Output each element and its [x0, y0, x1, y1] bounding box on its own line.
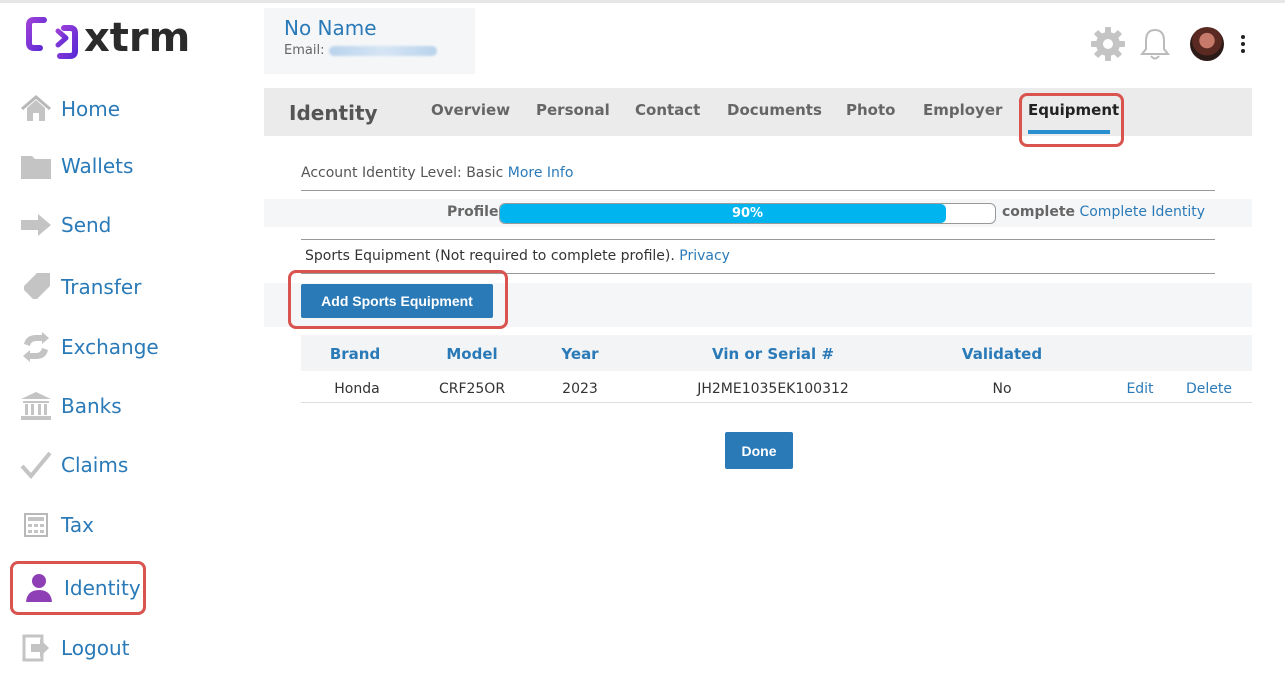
- bell-icon[interactable]: [1140, 27, 1170, 61]
- sidebar-item-label: Send: [61, 213, 112, 237]
- column-header-model: Model: [446, 345, 498, 363]
- complete-label: complete Complete Identity: [1002, 204, 1205, 220]
- row-divider: [301, 402, 1252, 403]
- logout-icon: [20, 632, 52, 664]
- xtrm-logo[interactable]: xtrm: [26, 12, 206, 64]
- sidebar-item-wallets[interactable]: Wallets: [10, 140, 146, 192]
- sidebar-item-label: Home: [61, 97, 121, 121]
- home-icon: [20, 93, 52, 125]
- column-header-brand: Brand: [329, 345, 381, 363]
- email-label: Email:: [284, 43, 325, 58]
- cell-model: CRF25OR: [438, 381, 506, 397]
- sports-note-text: Sports Equipment (Not required to comple…: [305, 248, 675, 264]
- top-border: [0, 0, 1285, 3]
- done-button[interactable]: Done: [725, 432, 793, 469]
- sidebar-item-transfer[interactable]: Transfer: [10, 261, 146, 313]
- user-name: No Name: [284, 16, 377, 40]
- sidebar-item-label: Exchange: [61, 335, 159, 359]
- cell-brand: Honda: [334, 381, 380, 397]
- tab-contact[interactable]: Contact: [635, 101, 700, 119]
- gear-icon[interactable]: [1090, 26, 1126, 62]
- tab-photo[interactable]: Photo: [846, 101, 895, 119]
- sidebar-item-tax[interactable]: Tax: [10, 499, 146, 551]
- sidebar-item-claims[interactable]: Claims: [10, 439, 146, 491]
- sidebar-item-identity[interactable]: Identity: [10, 561, 146, 615]
- user-icon: [23, 572, 55, 604]
- tab-documents[interactable]: Documents: [727, 101, 822, 119]
- page-title: Identity: [289, 101, 378, 125]
- sidebar-item-label: Logout: [61, 636, 130, 660]
- sidebar-item-label: Wallets: [61, 154, 134, 178]
- complete-text: complete: [1002, 204, 1076, 220]
- calculator-icon: [20, 509, 52, 541]
- sports-equipment-note: Sports Equipment (Not required to comple…: [305, 248, 730, 264]
- privacy-link[interactable]: Privacy: [679, 248, 730, 264]
- profile-progress-bar: 90%: [499, 203, 996, 224]
- bank-icon: [20, 390, 52, 422]
- divider: [301, 190, 1215, 191]
- sidebar-item-label: Identity: [64, 576, 141, 600]
- profile-label: Profile: [447, 204, 499, 220]
- checkmark-icon: [20, 449, 52, 481]
- cell-validated: No: [992, 381, 1012, 397]
- sidebar-item-logout[interactable]: Logout: [10, 622, 146, 674]
- profile-progress-percent: 90%: [731, 206, 764, 221]
- cell-year: 2023: [562, 381, 598, 397]
- avatar[interactable]: [1190, 27, 1224, 61]
- column-header-validated: Validated: [961, 345, 1043, 363]
- divider: [301, 239, 1215, 240]
- sidebar-item-label: Tax: [61, 513, 94, 537]
- email-value-redacted: [329, 45, 438, 56]
- more-info-link[interactable]: More Info: [508, 165, 574, 181]
- complete-identity-link[interactable]: Complete Identity: [1079, 204, 1205, 220]
- sidebar-item-label: Banks: [61, 394, 122, 418]
- arrow-right-icon: [20, 209, 52, 241]
- sidebar-item-banks[interactable]: Banks: [10, 380, 146, 432]
- user-info: No Name Email:: [264, 8, 475, 74]
- identity-level-label: Account Identity Level: Basic: [301, 165, 504, 181]
- cell-vin: JH2ME1035EK100312: [697, 381, 849, 397]
- delete-link[interactable]: Delete: [1182, 381, 1236, 397]
- folder-icon: [20, 150, 52, 182]
- header-actions: [1090, 26, 1248, 62]
- edit-link[interactable]: Edit: [1120, 381, 1160, 397]
- identity-level: Account Identity Level: Basic More Info: [301, 165, 573, 181]
- sidebar-item-label: Claims: [61, 453, 129, 477]
- add-button-highlight: [288, 270, 508, 329]
- column-header-vin: Vin or Serial #: [712, 345, 834, 363]
- tab-personal[interactable]: Personal: [536, 101, 610, 119]
- logo-text: xtrm: [84, 15, 191, 61]
- column-header-year: Year: [561, 345, 599, 363]
- sidebar-item-send[interactable]: Send: [10, 199, 146, 251]
- email-row: Email:: [284, 43, 475, 58]
- tab-overview[interactable]: Overview: [431, 101, 510, 119]
- logo-mark-icon: [26, 17, 78, 59]
- sidebar-item-exchange[interactable]: Exchange: [10, 321, 159, 373]
- equipment-tab-highlight: [1019, 93, 1124, 147]
- kebab-menu-icon[interactable]: [1238, 35, 1248, 53]
- transfer-icon: [20, 271, 52, 303]
- tab-employer[interactable]: Employer: [923, 101, 1002, 119]
- sidebar-item-label: Transfer: [61, 275, 142, 299]
- sidebar-item-home[interactable]: Home: [10, 83, 146, 135]
- exchange-icon: [20, 331, 52, 363]
